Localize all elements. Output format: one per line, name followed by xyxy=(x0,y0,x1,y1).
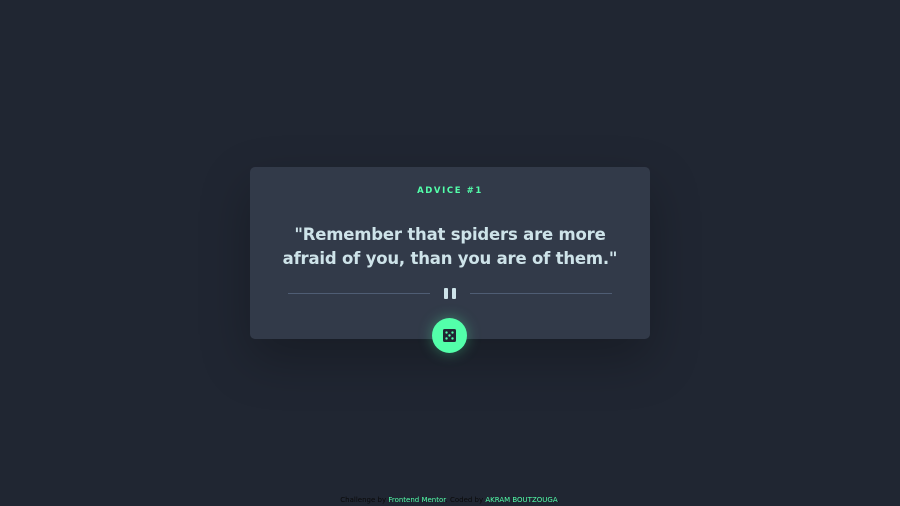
dice-icon xyxy=(443,329,456,342)
pause-icon xyxy=(443,288,457,299)
divider-left xyxy=(288,293,430,294)
attribution: Challenge by Frontend Mentor. Coded by A… xyxy=(0,495,900,505)
attribution-prefix: Challenge by xyxy=(340,496,387,504)
advice-id-label: ADVICE #1 xyxy=(417,186,483,196)
frontend-mentor-link[interactable]: Frontend Mentor xyxy=(388,496,445,504)
author-link[interactable]: AKRAM BOUTZOUGA xyxy=(485,496,557,504)
new-advice-button[interactable] xyxy=(432,318,467,353)
attribution-suffix: . xyxy=(557,496,560,504)
attribution-middle: . Coded by xyxy=(445,496,484,504)
divider-right xyxy=(470,293,612,294)
advice-quote: "Remember that spiders are more afraid o… xyxy=(282,225,618,268)
